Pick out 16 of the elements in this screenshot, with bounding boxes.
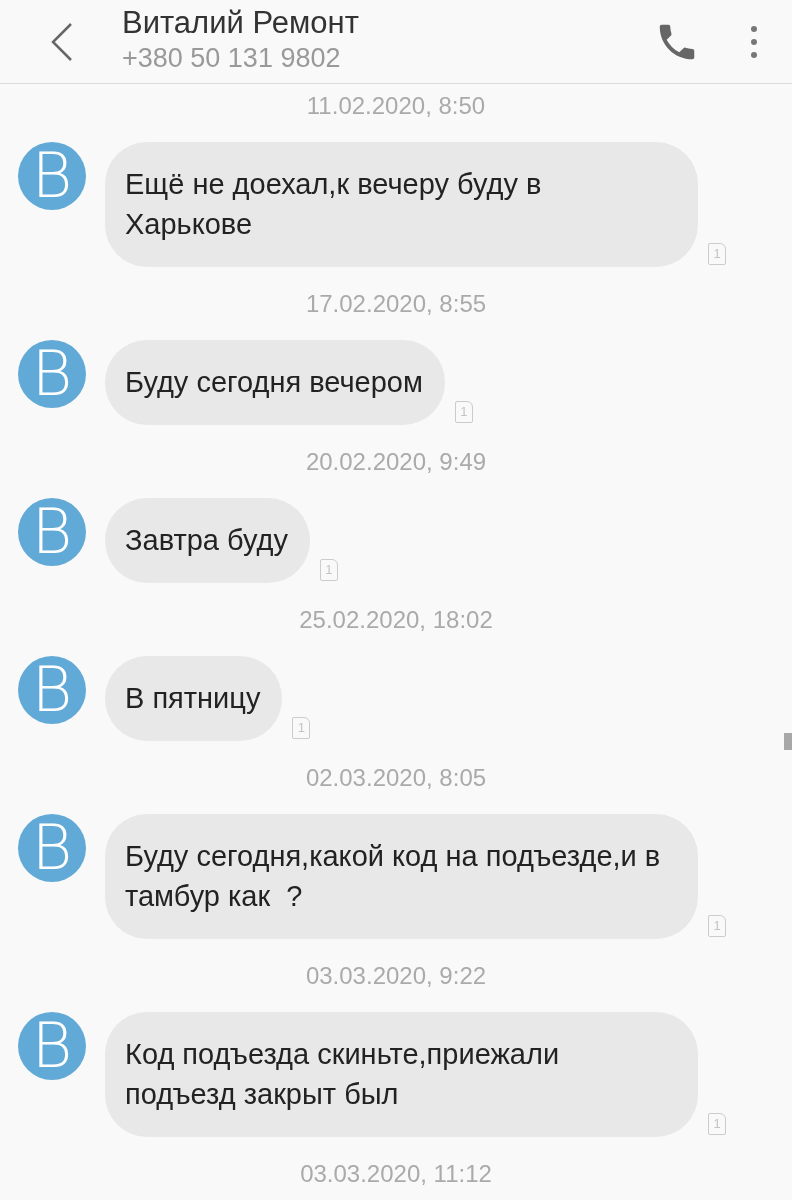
message-bubble[interactable]: Код подъезда скиньте,приежали подъезд закрыт был (105, 1012, 698, 1137)
message-bubble[interactable]: Завтра буду (105, 498, 310, 583)
contact-name: Виталий Ремонт (122, 4, 360, 41)
scrollbar[interactable] (784, 733, 792, 750)
timestamp: 20.02.2020, 9:49 (305, 447, 487, 477)
timestamp: 02.03.2020, 8:05 (305, 763, 487, 793)
message-bubble[interactable]: В пятницу (105, 656, 283, 741)
message-bubble[interactable]: Ещё не доехал,к вечеру буду в Харькове (105, 142, 698, 267)
timestamp: 17.02.2020, 8:55 (305, 289, 487, 319)
phone-number: +380 50 131 9802 (122, 41, 342, 75)
message-bubble[interactable]: Буду сегодня вечером (105, 340, 445, 425)
timestamp: 25.02.2020, 18:02 (299, 605, 493, 635)
timestamp: 11.02.2020, 8:50 (306, 91, 486, 121)
message-bubble[interactable]: Буду сегодня,какой код на подъезде,и в тамбур как ? (105, 814, 698, 939)
timestamp: 03.03.2020, 11:12 (300, 1159, 492, 1189)
timestamp: 03.03.2020, 9:22 (305, 961, 487, 991)
